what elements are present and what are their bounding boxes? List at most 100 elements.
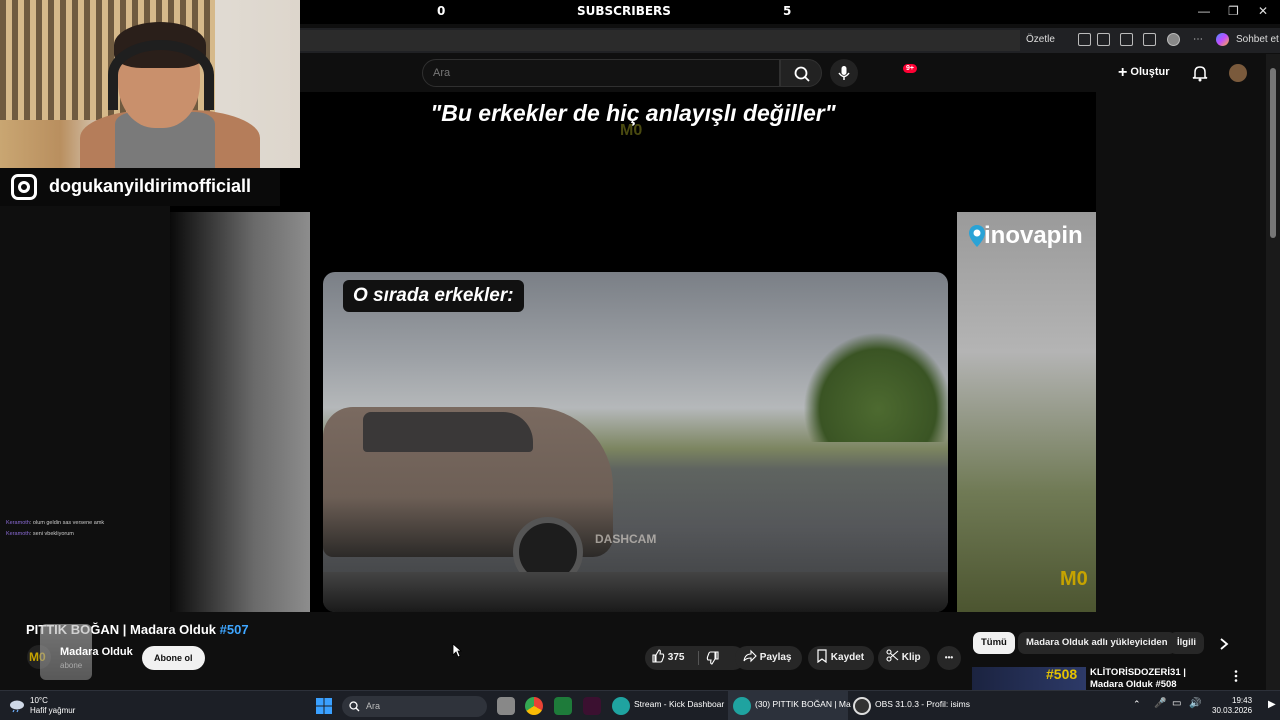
- browser-toolbar: Özetle ⋯ Sohbet et: [300, 28, 1280, 53]
- clip-label: Klip: [901, 652, 921, 663]
- create-label: Oluştur: [1130, 66, 1170, 78]
- edge-icon[interactable]: [612, 697, 630, 715]
- dashcam-clip: O sırada erkekler: DASHCAM: [323, 272, 948, 612]
- clock-time: 19:43: [1232, 696, 1253, 705]
- tray-volume-icon[interactable]: 🔊: [1189, 698, 1201, 709]
- video-blur-left: [170, 212, 310, 612]
- kebab-menu-icon[interactable]: [1233, 669, 1239, 683]
- collections-icon[interactable]: [1143, 33, 1156, 46]
- instagram-handle: dogukanyildirimofficiall: [49, 176, 252, 196]
- voice-search-button[interactable]: [830, 59, 858, 87]
- taskbar-task-kick[interactable]: Stream - Kick Dashboar: [634, 699, 724, 709]
- recommended-episode-tag: #508: [1046, 666, 1078, 682]
- bookmark-icon: [817, 649, 827, 664]
- chevron-right-icon[interactable]: [1218, 637, 1230, 651]
- instagram-icon: [11, 174, 37, 200]
- search-icon: [349, 701, 360, 712]
- notification-center-icon[interactable]: ▶: [1268, 699, 1276, 710]
- weather-widget[interactable]: 10°C Hafif yağmur: [30, 696, 75, 716]
- channel-watermark-bottom: M0: [1060, 568, 1088, 590]
- address-bar[interactable]: [300, 30, 1020, 51]
- page-scrollbar[interactable]: [1266, 54, 1280, 690]
- car-window: [363, 412, 533, 452]
- thumbs-down-icon[interactable]: [706, 651, 720, 665]
- taskbar-task-youtube[interactable]: (30) PITTIK BOĞAN | Ma: [755, 699, 851, 709]
- weather-rain-icon: [10, 700, 24, 713]
- counter-right: 5: [783, 4, 792, 18]
- favorite-icon[interactable]: [1097, 33, 1110, 46]
- tray-network-icon[interactable]: ▭: [1172, 698, 1181, 709]
- like-button[interactable]: 375: [651, 646, 684, 670]
- instagram-label: dogukanyildirimofficiall: [0, 168, 280, 206]
- taskbar-search-placeholder: Ara: [366, 701, 381, 711]
- windows-start-icon[interactable]: [316, 698, 332, 714]
- channel-name[interactable]: Madara Olduk: [60, 646, 133, 658]
- edge-icon-active[interactable]: [733, 697, 751, 715]
- recommended-title[interactable]: KLİTORİSDOZERİ31 | Madara Olduk #508: [1090, 667, 1220, 691]
- channel-subscriber-count: abone: [60, 661, 83, 670]
- chip-all[interactable]: Tümü: [973, 632, 1015, 654]
- search-placeholder: Ara: [433, 67, 451, 79]
- weather-desc: Hafif yağmur: [30, 706, 76, 715]
- tray-chevron-up-icon[interactable]: ⌃: [1133, 699, 1141, 710]
- subscribers-label: SUBSCRIBERS: [577, 4, 671, 18]
- more-actions-button[interactable]: •••: [937, 646, 961, 670]
- youtube-header: Ara + Oluştur: [300, 54, 1266, 92]
- webcam-feed: [0, 0, 300, 168]
- thumbs-up-icon: [652, 649, 665, 663]
- save-button[interactable]: Kaydet: [808, 646, 874, 670]
- headphones: [108, 40, 214, 110]
- clip-button[interactable]: Klip: [878, 646, 930, 670]
- video-caption: O sırada erkekler:: [343, 280, 524, 312]
- share-label: Paylaş: [759, 652, 792, 663]
- taskbar-task-obs[interactable]: OBS 31.0.3 - Profil: isims: [875, 699, 970, 709]
- subscribe-button[interactable]: Abone ol: [142, 646, 205, 670]
- task-view-icon[interactable]: [497, 697, 515, 715]
- search-icon: [794, 66, 810, 82]
- dashcam-watermark: DASHCAM: [595, 532, 657, 546]
- scrollbar-thumb[interactable]: [1270, 68, 1276, 238]
- search-input[interactable]: Ara: [422, 59, 780, 87]
- notifications-bell-icon[interactable]: [1190, 63, 1210, 83]
- close-icon[interactable]: ✕: [1258, 4, 1268, 18]
- share-button[interactable]: Paylaş: [735, 646, 802, 670]
- video-player[interactable]: "Bu erkekler de hiç anlayışlı değiller" …: [170, 92, 1096, 612]
- reader-icon[interactable]: [1078, 33, 1091, 46]
- save-label: Kaydet: [830, 652, 865, 663]
- like-divider: [698, 651, 699, 665]
- restore-icon[interactable]: ❐: [1228, 4, 1239, 18]
- video-blur-right: [957, 212, 1096, 612]
- chrome-icon[interactable]: [525, 697, 543, 715]
- obs-icon[interactable]: [853, 697, 871, 715]
- microphone-icon: [838, 66, 850, 80]
- create-button[interactable]: + Oluştur: [1118, 64, 1170, 82]
- trees: [803, 332, 948, 442]
- share-icon: [743, 649, 757, 663]
- app-icon-2[interactable]: [583, 697, 601, 715]
- scissors-icon: [886, 649, 899, 662]
- notifications-badge: 9+: [903, 64, 917, 73]
- like-count: 375: [667, 652, 685, 663]
- minimize-icon[interactable]: —: [1198, 4, 1210, 18]
- profile-icon[interactable]: [1167, 33, 1180, 46]
- taskbar-clock[interactable]: 19:43 30.03.2026: [1212, 696, 1252, 716]
- chip-related[interactable]: İlgili: [1169, 632, 1204, 654]
- tray-microphone-icon[interactable]: 🎤: [1154, 698, 1166, 709]
- app-icon[interactable]: [554, 697, 572, 715]
- plus-icon: +: [1118, 64, 1128, 81]
- menu-dots-icon[interactable]: ⋯: [1193, 34, 1203, 45]
- windows-taskbar: 10°C Hafif yağmur Ara Stream - Kick Dash…: [0, 690, 1280, 720]
- copilot-chat-button[interactable]: Sohbet et: [1236, 34, 1279, 45]
- clock-date: 30.03.2026: [1212, 706, 1253, 715]
- chat-message: Keramoth: olum geldin sas versene amk: [6, 520, 105, 526]
- search-button[interactable]: [780, 59, 822, 87]
- copilot-icon[interactable]: [1216, 33, 1229, 46]
- taskbar-search[interactable]: Ara: [342, 696, 487, 717]
- chip-from-uploader[interactable]: Madara Olduk adlı yükleyiciden: [1018, 632, 1176, 654]
- extensions-icon[interactable]: [1120, 33, 1133, 46]
- weather-temp: 10°C: [30, 696, 48, 705]
- subscriber-overlay-bar: 0 SUBSCRIBERS 5 — ❐ ✕: [300, 0, 1280, 24]
- account-avatar[interactable]: [1229, 64, 1247, 82]
- summarize-button[interactable]: Özetle: [1026, 34, 1055, 45]
- video-hashtag[interactable]: #507: [220, 622, 249, 637]
